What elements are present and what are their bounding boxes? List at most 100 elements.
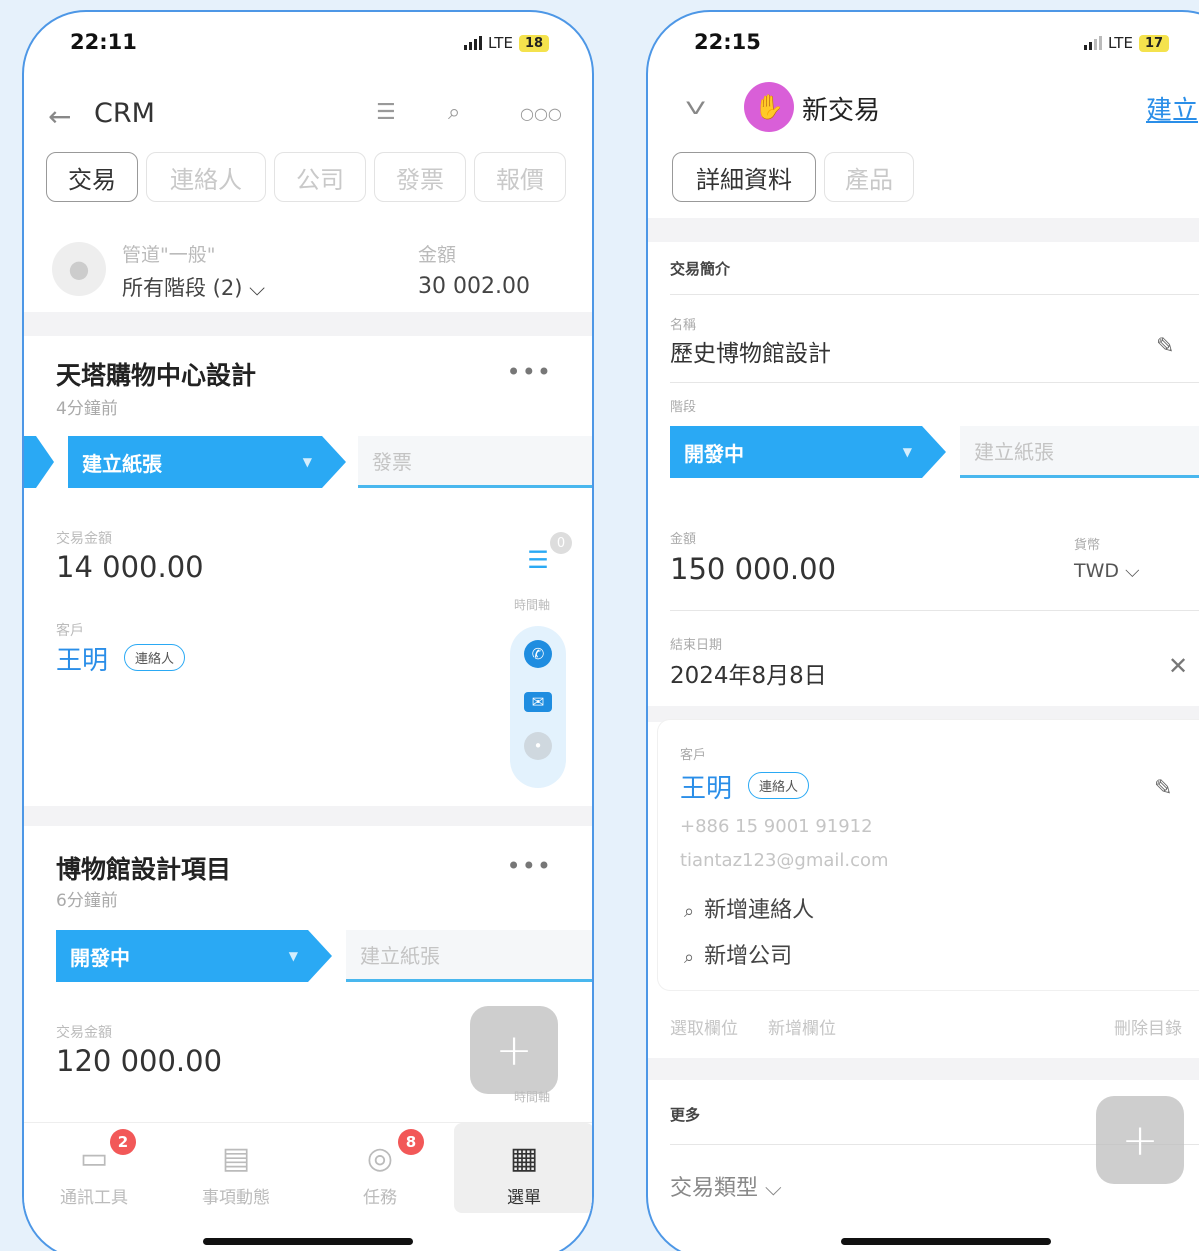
network-type: LTE [1108, 34, 1133, 52]
nav-messenger[interactable]: ▭ 2 通訊工具 [24, 1123, 164, 1213]
tab-companies[interactable]: 公司 [274, 152, 366, 202]
deal-stage-next[interactable]: 建立紙張 [346, 930, 592, 982]
total-amount-label: 金額 [418, 244, 457, 266]
deal-time: 6分鐘前 [56, 891, 118, 911]
select-field-link[interactable]: 選取欄位 [670, 1014, 738, 1039]
close-date-field[interactable]: 2024年8月8日 [670, 656, 827, 690]
create-button[interactable]: 建立 [1146, 90, 1198, 127]
more-options-icon[interactable]: ○○○ [520, 104, 562, 123]
deal-menu-icon[interactable]: ••• [507, 358, 552, 386]
more-section-title: 更多 [670, 1106, 701, 1124]
tab-products[interactable]: 產品 [824, 152, 914, 202]
tab-details[interactable]: 詳細資料 [672, 152, 816, 202]
status-bar: 22:15 LTE 17 [648, 30, 1199, 60]
tab-deals[interactable]: 交易 [46, 152, 138, 202]
add-contact-link[interactable]: ⌕ 新增連絡人 [684, 892, 814, 924]
home-indicator [203, 1238, 413, 1245]
bottom-nav: ▭ 2 通訊工具 ▤ 事項動態 ◎ 8 任務 ▦ 選單 [24, 1122, 592, 1213]
deal-stage-current[interactable]: 開發中 ▼ [670, 426, 946, 478]
filter-icon[interactable]: ☰ [376, 100, 396, 125]
email-icon[interactable]: ✉ [524, 692, 552, 712]
deal-stage-next[interactable]: 發票 [358, 436, 592, 488]
notification-badge: 8 [398, 1129, 424, 1155]
client-label: 客戶 [680, 748, 707, 763]
chat-bubble-icon[interactable]: • [524, 732, 552, 760]
nav-menu[interactable]: ▦ 選單 [454, 1123, 592, 1213]
notification-badge: 2 [110, 1129, 136, 1155]
deal-type-select[interactable]: 交易類型 ⌵ [670, 1170, 782, 1202]
pencil-icon[interactable]: ✎ [1154, 776, 1172, 801]
amount-label: 交易金額 [56, 531, 112, 547]
separator [24, 806, 592, 826]
separator [24, 312, 592, 336]
stage-selector[interactable]: 所有階段 (2) ⌵ [122, 272, 265, 302]
client-name-link[interactable]: 王明 [680, 768, 732, 805]
back-arrow-icon[interactable]: ← [48, 100, 71, 133]
previous-stage-arrow [24, 436, 54, 488]
quick-action-panel: ✆ ✉ • [510, 626, 566, 788]
grid-menu-icon: ▦ [509, 1141, 539, 1176]
pipeline-summary: ● 管道"一般" 所有階段 (2) ⌵ 金額 30 002.00 [24, 238, 592, 316]
stage-dropdown-icon: ▼ [302, 455, 312, 469]
nav-feed[interactable]: ▤ 事項動態 [166, 1123, 306, 1213]
tab-contacts[interactable]: 連絡人 [146, 152, 266, 202]
amount-label: 金額 [670, 532, 697, 547]
network-type: LTE [488, 34, 513, 52]
deal-title: 天塔購物中心設計 [56, 361, 257, 390]
section-title: 交易簡介 [670, 260, 731, 278]
clear-date-icon[interactable]: ✕ [1168, 652, 1188, 680]
total-amount-value: 30 002.00 [418, 274, 530, 299]
signal-icon [464, 36, 482, 50]
signal-icon [1084, 36, 1102, 50]
add-field-link[interactable]: 新增欄位 [768, 1014, 836, 1039]
divider [670, 382, 1199, 383]
contact-badge: 連絡人 [748, 772, 810, 799]
phone-icon[interactable]: ✆ [524, 640, 552, 668]
search-icon[interactable]: ⌕ [448, 100, 460, 125]
deal-stage-current[interactable]: 建立紙張 ▼ [68, 436, 346, 488]
amount-field[interactable]: 150 000.00 [670, 552, 836, 586]
status-time: 22:11 [70, 30, 137, 54]
entity-tabs: 交易 連絡人 公司 發票 報價 [46, 152, 566, 202]
deal-title: 博物館設計項目 [56, 855, 232, 884]
currency-select[interactable]: TWD ⌵ [1074, 560, 1139, 582]
page-title: CRM [94, 98, 155, 129]
stage-dropdown-icon: ▼ [902, 445, 912, 459]
currency-label: 貨幣 [1074, 538, 1101, 553]
name-label: 名稱 [670, 318, 697, 333]
page-title: 新交易 [802, 96, 881, 126]
deal-stage-current[interactable]: 開發中 ▼ [56, 930, 332, 982]
tab-quotes[interactable]: 報價 [474, 152, 566, 202]
divider [670, 294, 1199, 295]
add-button[interactable]: + [470, 1006, 558, 1094]
status-time: 22:15 [694, 30, 761, 54]
client-name-link[interactable]: 王明 [56, 640, 108, 677]
pencil-icon[interactable]: ✎ [1156, 334, 1174, 359]
client-card: 客戶 王明 連絡人 ✎ +886 15 9001 91912 tiantaz12… [658, 720, 1199, 990]
client-phone: +886 15 9001 91912 [680, 816, 873, 837]
deal-stage-next[interactable]: 建立紙張 [960, 426, 1199, 478]
home-indicator [841, 1238, 1051, 1245]
separator [648, 218, 1199, 242]
battery-level: 18 [518, 34, 550, 52]
search-icon: ⌕ [684, 901, 695, 922]
close-date-label: 結束日期 [670, 638, 723, 653]
add-button[interactable]: + [1096, 1096, 1184, 1184]
task-check-icon: ◎ [366, 1141, 394, 1176]
nav-tasks[interactable]: ◎ 8 任務 [310, 1123, 450, 1213]
deal-amount: 120 000.00 [56, 1044, 223, 1078]
status-bar: 22:11 LTE 18 [24, 30, 592, 60]
timeline-label: 時間軸 [514, 598, 551, 612]
tab-invoices[interactable]: 發票 [374, 152, 466, 202]
pipeline-icon: ● [52, 242, 106, 296]
handshake-icon: ✋ [744, 82, 794, 132]
chevron-down-icon[interactable]: V [686, 99, 705, 119]
timeline-count-badge: 0 [550, 532, 572, 554]
deal-menu-icon[interactable]: ••• [507, 852, 552, 880]
delete-section-link[interactable]: 刪除目錄 [1114, 1014, 1182, 1039]
search-icon: ⌕ [684, 947, 695, 968]
stage-dropdown-icon: ▼ [288, 949, 298, 963]
deal-name-field[interactable]: 歷史博物館設計 [670, 334, 831, 368]
chat-icon: ▭ [79, 1141, 109, 1176]
add-company-link[interactable]: ⌕ 新增公司 [684, 938, 792, 970]
